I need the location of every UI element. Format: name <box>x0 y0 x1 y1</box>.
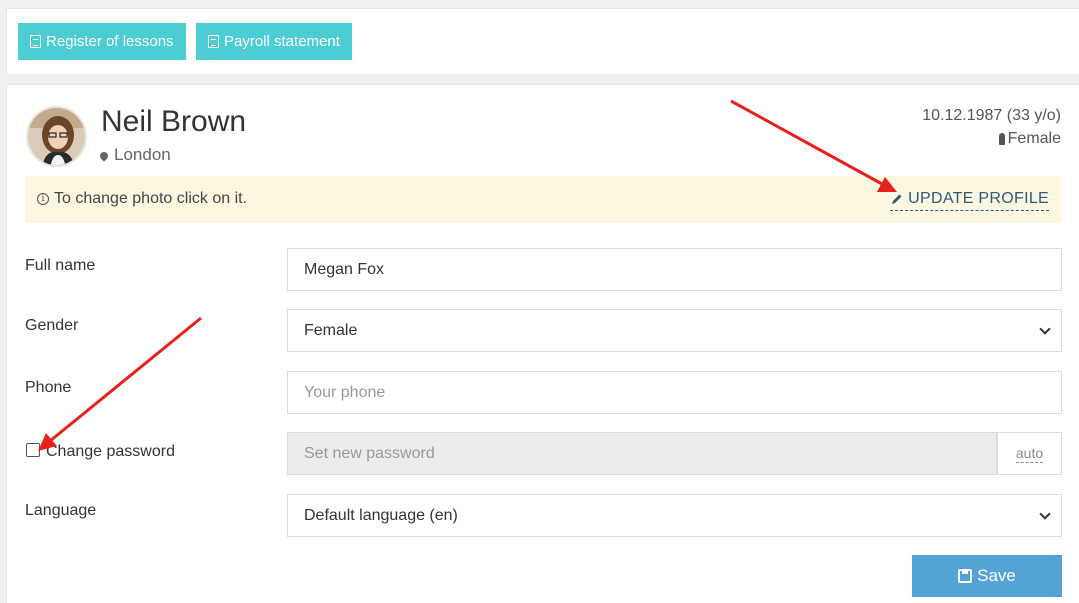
update-profile-link[interactable]: UPDATE PROFILE <box>890 190 1049 211</box>
phone-placeholder: Your phone <box>304 383 386 401</box>
save-label: Save <box>977 566 1016 585</box>
info-message: i To change photo click on it. <box>37 190 247 208</box>
info-bar: i To change photo click on it. UPDATE PR… <box>25 176 1061 223</box>
new-password-input: Set new password <box>287 432 997 475</box>
chevron-down-icon <box>1039 508 1051 520</box>
save-button[interactable]: Save <box>912 555 1062 597</box>
full-name-value: Megan Fox <box>304 260 385 278</box>
profile-gender: Female <box>998 130 1061 148</box>
avatar[interactable] <box>26 106 87 167</box>
info-message-text: To change photo click on it. <box>54 190 248 207</box>
pencil-icon <box>892 194 902 204</box>
language-select-value: Default language (en) <box>304 506 458 524</box>
gender-select-value: Female <box>304 321 358 339</box>
map-marker-icon <box>98 149 110 162</box>
profile-birthdate: 10.12.1987 (33 y/o) <box>922 107 1061 124</box>
language-select[interactable]: Default language (en) <box>287 494 1062 537</box>
full-name-label: Full name <box>25 257 96 274</box>
auto-password-label: auto <box>1015 444 1044 463</box>
gender-select[interactable]: Female <box>287 309 1062 352</box>
register-of-lessons-label: Register of lessons <box>46 33 174 50</box>
top-toolbar: Register of lessons Payroll statement <box>6 8 1079 74</box>
info-icon: i <box>37 193 49 205</box>
avatar-photo <box>28 108 85 165</box>
password-placeholder: Set new password <box>304 444 435 462</box>
auto-password-button[interactable]: auto <box>997 432 1062 475</box>
chevron-down-icon <box>1039 323 1051 335</box>
payroll-statement-label: Payroll statement <box>224 33 340 50</box>
document-icon <box>208 35 219 48</box>
female-icon <box>998 133 1005 145</box>
profile-panel: Neil Brown London 10.12.1987 (33 y/o) Fe… <box>6 84 1079 603</box>
gender-label: Gender <box>25 317 79 334</box>
profile-name: Neil Brown <box>101 105 247 138</box>
document-icon <box>30 35 41 48</box>
profile-gender-label: Female <box>1007 130 1061 147</box>
full-name-input[interactable]: Megan Fox <box>287 248 1062 291</box>
update-profile-label: UPDATE PROFILE <box>908 190 1049 207</box>
register-of-lessons-button[interactable]: Register of lessons <box>18 23 186 60</box>
change-password-checkbox[interactable] <box>26 443 40 457</box>
phone-label: Phone <box>25 379 72 396</box>
floppy-disk-icon <box>958 569 973 583</box>
language-label: Language <box>25 502 97 519</box>
change-password-label: Change password <box>46 443 175 460</box>
phone-input[interactable]: Your phone <box>287 371 1062 414</box>
payroll-statement-button[interactable]: Payroll statement <box>196 23 352 60</box>
profile-city: London <box>114 145 171 164</box>
profile-location: London <box>98 145 171 165</box>
